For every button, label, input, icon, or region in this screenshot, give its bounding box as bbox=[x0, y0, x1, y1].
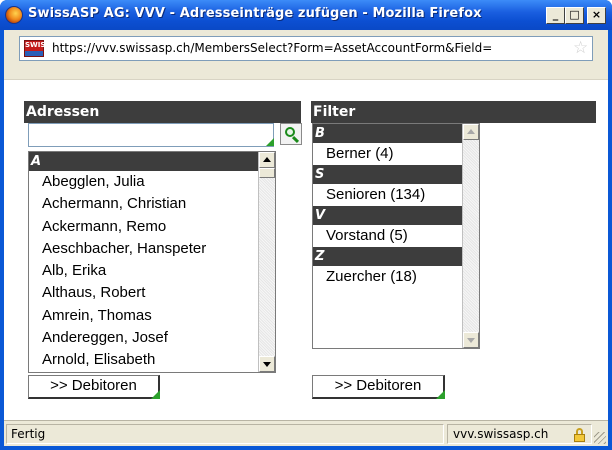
status-domain-panel[interactable]: vvv.swissasp.ch bbox=[447, 424, 592, 444]
filter-item[interactable]: Vorstand (5) bbox=[313, 225, 463, 247]
site-badge-text: SWISS bbox=[25, 41, 51, 49]
filter-list-items: B Berner (4) S Senioren (134) V Vorstand… bbox=[313, 124, 463, 288]
search-icon[interactable] bbox=[280, 123, 302, 145]
address-group-header: A bbox=[29, 152, 259, 171]
arrow-down-icon bbox=[467, 338, 475, 343]
address-item[interactable]: Arnold, Elisabeth bbox=[29, 349, 259, 372]
button-corner-marker bbox=[151, 390, 160, 399]
scroll-down-button[interactable] bbox=[259, 356, 275, 372]
favicon-stripe bbox=[25, 51, 43, 56]
filter-group-header: B bbox=[313, 124, 463, 143]
filter-item[interactable]: Senioren (134) bbox=[313, 184, 463, 206]
address-item[interactable]: Alb, Erika bbox=[29, 260, 259, 283]
address-list-scrollbar[interactable] bbox=[258, 152, 275, 372]
bookmark-star-icon[interactable]: ☆ bbox=[573, 38, 588, 58]
scroll-down-button[interactable] bbox=[463, 332, 479, 348]
address-field[interactable]: SWISS https://vvv.swissasp.ch/MembersSel… bbox=[19, 36, 593, 61]
url-bar: SWISS https://vvv.swissasp.ch/MembersSel… bbox=[4, 30, 608, 80]
address-item[interactable]: Aeschbacher, Hanspeter bbox=[29, 237, 259, 261]
status-text: Fertig bbox=[6, 424, 444, 444]
debitoren-button-filter[interactable]: >> Debitoren bbox=[312, 375, 445, 399]
title-bar[interactable]: SwissASP AG: VVV - Adresseinträge zufüge… bbox=[0, 0, 612, 30]
padlock-icon[interactable] bbox=[574, 428, 585, 442]
url-text[interactable]: https://vvv.swissasp.ch/MembersSelect?Fo… bbox=[52, 41, 562, 55]
firefox-icon bbox=[5, 6, 23, 24]
scroll-up-button[interactable] bbox=[259, 152, 275, 168]
filter-list[interactable]: B Berner (4) S Senioren (134) V Vorstand… bbox=[312, 123, 480, 349]
scroll-thumb[interactable] bbox=[259, 168, 275, 178]
address-item[interactable]: Abegglen, Julia bbox=[29, 171, 259, 194]
address-list[interactable]: A Abegglen, Julia Achermann, Christian A… bbox=[28, 151, 276, 373]
page-content: Adressen A Abegglen, Julia Achermann, Ch… bbox=[4, 80, 608, 420]
search-input-corner-marker bbox=[266, 138, 274, 146]
filter-list-scrollbar[interactable] bbox=[462, 124, 479, 348]
resize-grip[interactable] bbox=[594, 432, 606, 444]
client-area: SWISS https://vvv.swissasp.ch/MembersSel… bbox=[4, 30, 608, 446]
address-item[interactable]: Amrein, Thomas bbox=[29, 304, 259, 328]
status-domain: vvv.swissasp.ch bbox=[453, 427, 549, 441]
minimize-button[interactable]: _ bbox=[546, 7, 565, 24]
debitoren-button-addresses[interactable]: >> Debitoren bbox=[28, 375, 160, 399]
addresses-header: Adressen bbox=[24, 101, 301, 123]
window-title: SwissASP AG: VVV - Adresseinträge zufüge… bbox=[28, 6, 482, 21]
arrow-down-icon bbox=[263, 362, 271, 367]
address-item[interactable]: Ackermann, Remo bbox=[29, 215, 259, 238]
filter-item[interactable]: Zuercher (18) bbox=[313, 266, 463, 288]
address-item[interactable]: Achermann, Christian bbox=[29, 193, 259, 216]
address-item[interactable]: Althaus, Robert bbox=[29, 282, 259, 305]
browser-window: SwissASP AG: VVV - Adresseinträge zufüge… bbox=[0, 0, 612, 450]
debitoren-button-label: >> Debitoren bbox=[334, 377, 422, 394]
filter-item[interactable]: Berner (4) bbox=[313, 143, 463, 165]
address-item[interactable]: Andereggen, Josef bbox=[29, 327, 259, 350]
filter-group-header: S bbox=[313, 165, 463, 184]
close-button[interactable]: × bbox=[587, 7, 606, 24]
status-bar: Fertig vvv.swissasp.ch bbox=[4, 420, 608, 446]
debitoren-button-label: >> Debitoren bbox=[50, 377, 137, 394]
site-favicon-icon: SWISS bbox=[24, 40, 50, 57]
filter-header: Filter bbox=[311, 101, 596, 123]
address-search-input[interactable] bbox=[28, 123, 274, 147]
maximize-button[interactable]: □ bbox=[565, 7, 584, 24]
address-list-items: A Abegglen, Julia Achermann, Christian A… bbox=[29, 152, 259, 372]
arrow-up-icon bbox=[467, 129, 475, 134]
search-handle bbox=[291, 135, 300, 144]
padlock-body bbox=[574, 434, 585, 442]
arrow-up-icon bbox=[263, 157, 271, 162]
filter-group-header: V bbox=[313, 206, 463, 225]
scroll-up-button[interactable] bbox=[463, 124, 479, 140]
button-corner-marker bbox=[436, 390, 445, 399]
filter-group-header: Z bbox=[313, 247, 463, 266]
